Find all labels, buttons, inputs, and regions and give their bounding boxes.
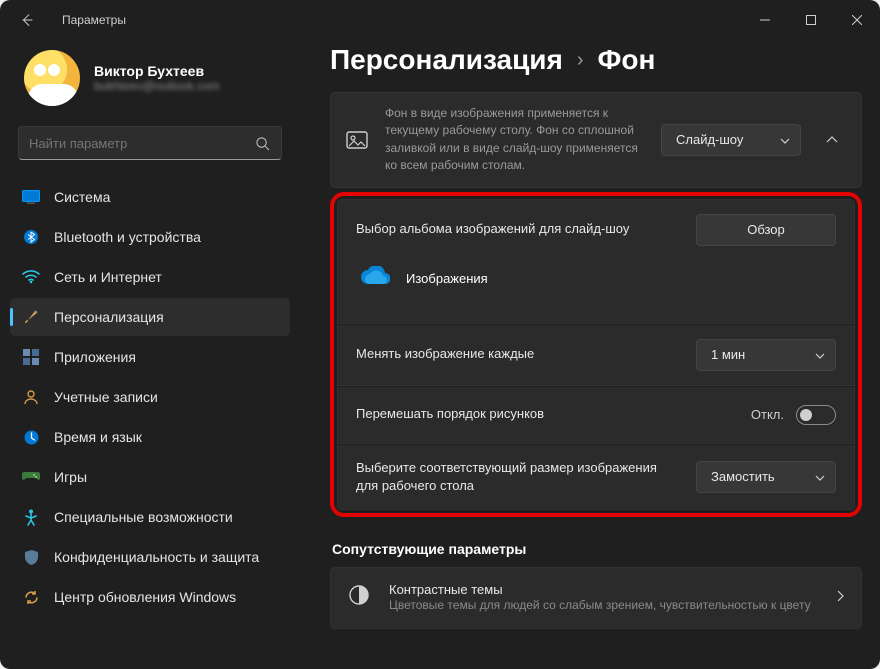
nav-label: Сеть и Интернет xyxy=(54,269,162,285)
collapse-button[interactable] xyxy=(817,125,847,155)
person-icon xyxy=(22,388,40,406)
avatar xyxy=(24,50,80,106)
update-icon xyxy=(22,588,40,606)
contrast-icon xyxy=(347,583,371,612)
nav-label: Приложения xyxy=(54,349,136,365)
breadcrumb-page: Фон xyxy=(598,44,656,76)
search-icon xyxy=(253,134,271,152)
profile-block[interactable]: Виктор Бухтеев bukhteev@outlook.com xyxy=(10,40,290,122)
interval-select[interactable]: 1 мин xyxy=(696,339,836,371)
gamepad-icon xyxy=(22,468,40,486)
wifi-icon xyxy=(22,268,40,286)
nav-accounts[interactable]: Учетные записи xyxy=(10,378,290,416)
close-button[interactable] xyxy=(834,0,880,40)
chevron-down-icon xyxy=(815,469,825,484)
nav-bluetooth[interactable]: Bluetooth и устройства xyxy=(10,218,290,256)
browse-button[interactable]: Обзор xyxy=(696,214,836,246)
nav-label: Игры xyxy=(54,469,87,485)
nav-label: Bluetooth и устройства xyxy=(54,229,201,245)
shuffle-state: Откл. xyxy=(751,407,784,422)
nav-list: Система Bluetooth и устройства Сеть и Ин… xyxy=(10,178,290,616)
nav-label: Центр обновления Windows xyxy=(54,589,236,605)
titlebar: Параметры xyxy=(0,0,880,40)
bluetooth-icon xyxy=(22,228,40,246)
settings-window: Параметры Виктор Бухтеев bukhteev@outloo… xyxy=(0,0,880,669)
picture-icon xyxy=(345,128,369,152)
apps-icon xyxy=(22,348,40,366)
album-selected[interactable]: Изображения xyxy=(356,266,836,291)
maximize-button[interactable] xyxy=(788,0,834,40)
fit-label: Выберите соответствующий размер изображе… xyxy=(356,459,680,495)
contrast-themes-card[interactable]: Контрастные темы Цветовые темы для людей… xyxy=(330,567,862,629)
nav-gaming[interactable]: Игры xyxy=(10,458,290,496)
breadcrumb-root[interactable]: Персонализация xyxy=(330,44,563,76)
interval-label: Менять изображение каждые xyxy=(356,345,680,363)
brush-icon xyxy=(22,308,40,326)
chevron-right-icon: › xyxy=(577,49,584,72)
sidebar: Виктор Бухтеев bukhteev@outlook.com Сист… xyxy=(0,40,300,669)
album-setting: Выбор альбома изображений для слайд-шоу … xyxy=(337,199,855,324)
window-title: Параметры xyxy=(62,13,126,27)
select-value: 1 мин xyxy=(711,347,745,362)
album-name: Изображения xyxy=(406,271,488,286)
nav-system[interactable]: Система xyxy=(10,178,290,216)
shield-icon xyxy=(22,548,40,566)
related-section-title: Сопутствующие параметры xyxy=(330,531,862,567)
clock-globe-icon xyxy=(22,428,40,446)
contrast-title: Контрастные темы xyxy=(389,582,819,597)
background-type-desc: Фон в виде изображения применяется к тек… xyxy=(385,105,645,175)
nav-time-language[interactable]: Время и язык xyxy=(10,418,290,456)
main-content: Персонализация › Фон Фон в виде изображе… xyxy=(300,40,880,669)
onedrive-icon xyxy=(360,266,390,291)
breadcrumb: Персонализация › Фон xyxy=(330,40,862,92)
shuffle-setting: Перемешать порядок рисунков Откл. xyxy=(337,386,855,444)
contrast-subtitle: Цветовые темы для людей со слабым зрение… xyxy=(389,597,819,614)
highlighted-settings-group: Выбор альбома изображений для слайд-шоу … xyxy=(330,192,862,517)
display-icon xyxy=(22,188,40,206)
nav-privacy[interactable]: Конфиденциальность и защита xyxy=(10,538,290,576)
nav-accessibility[interactable]: Специальные возможности xyxy=(10,498,290,536)
chevron-down-icon xyxy=(815,347,825,362)
search-input[interactable] xyxy=(29,136,245,151)
profile-name: Виктор Бухтеев xyxy=(94,63,220,79)
background-type-select[interactable]: Слайд-шоу xyxy=(661,124,801,156)
fit-setting: Выберите соответствующий размер изображе… xyxy=(337,444,855,510)
nav-label: Персонализация xyxy=(54,309,164,325)
select-value: Замостить xyxy=(711,469,775,484)
accessibility-icon xyxy=(22,508,40,526)
interval-setting: Менять изображение каждые 1 мин xyxy=(337,324,855,386)
background-type-card: Фон в виде изображения применяется к тек… xyxy=(330,92,862,188)
back-button[interactable] xyxy=(12,5,42,35)
shuffle-label: Перемешать порядок рисунков xyxy=(356,405,735,423)
nav-label: Время и язык xyxy=(54,429,142,445)
nav-personalization[interactable]: Персонализация xyxy=(10,298,290,336)
nav-network[interactable]: Сеть и Интернет xyxy=(10,258,290,296)
nav-windows-update[interactable]: Центр обновления Windows xyxy=(10,578,290,616)
minimize-button[interactable] xyxy=(742,0,788,40)
shuffle-toggle[interactable] xyxy=(796,405,836,425)
chevron-down-icon xyxy=(780,132,790,147)
nav-apps[interactable]: Приложения xyxy=(10,338,290,376)
fit-select[interactable]: Замостить xyxy=(696,461,836,493)
nav-label: Конфиденциальность и защита xyxy=(54,549,259,565)
nav-label: Специальные возможности xyxy=(54,509,233,525)
search-box[interactable] xyxy=(18,126,282,160)
nav-label: Система xyxy=(54,189,110,205)
chevron-right-icon xyxy=(837,589,845,607)
profile-email: bukhteev@outlook.com xyxy=(94,79,220,93)
nav-label: Учетные записи xyxy=(54,389,158,405)
select-value: Слайд-шоу xyxy=(676,132,743,147)
album-label: Выбор альбома изображений для слайд-шоу xyxy=(356,220,680,238)
